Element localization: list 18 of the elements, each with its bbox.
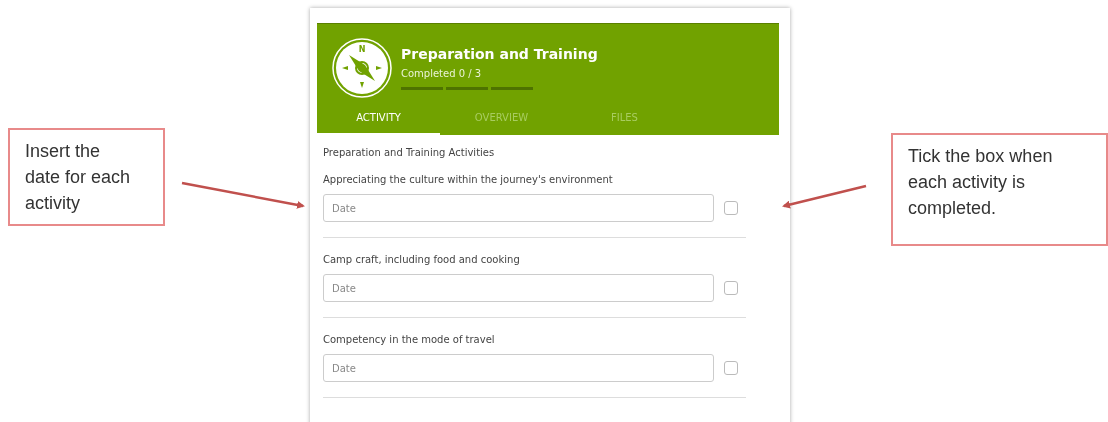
section-title: Preparation and Training xyxy=(401,46,598,62)
checkbox[interactable] xyxy=(724,201,738,215)
activity-label: Camp craft, including food and cooking xyxy=(323,254,521,265)
list-heading: Preparation and Training Activities xyxy=(323,147,496,158)
callout-note: Tick the box when each activity is completed. xyxy=(891,133,1108,246)
checkbox[interactable] xyxy=(724,281,738,295)
date-field[interactable]: Date xyxy=(323,354,714,382)
activity-label: Competency in the mode of travel xyxy=(323,334,496,345)
checkbox[interactable] xyxy=(724,361,738,375)
progress-text: Completed 0 / 3 xyxy=(401,68,483,79)
date-field[interactable]: Date xyxy=(323,274,714,302)
tab[interactable]: FILES xyxy=(563,102,686,135)
tab[interactable]: OVERVIEW xyxy=(440,102,563,135)
compass-icon: N xyxy=(332,38,392,98)
callout-note: Insert the date for each activity xyxy=(8,128,165,226)
activity-label: Appreciating the culture within the journey's environment xyxy=(323,174,614,185)
tab[interactable]: ACTIVITY xyxy=(317,102,440,135)
date-field[interactable]: Date xyxy=(323,194,714,222)
